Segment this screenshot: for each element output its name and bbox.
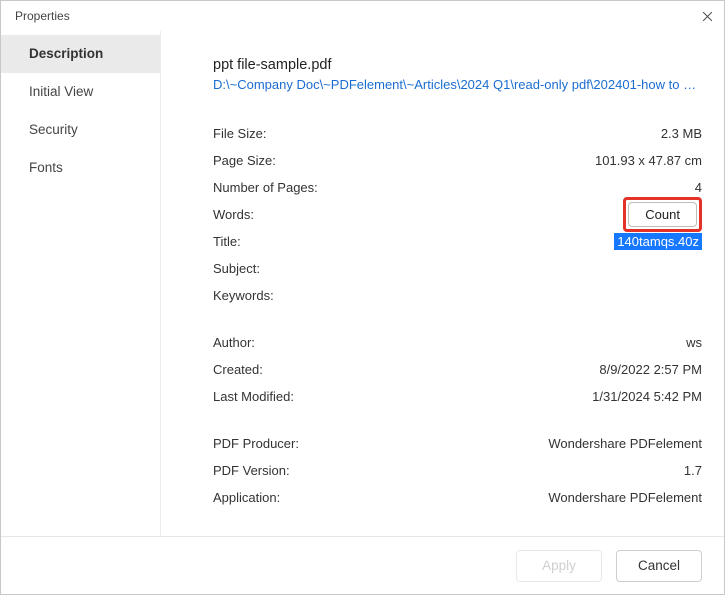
label-words: Words: — [213, 207, 413, 222]
sidebar: Description Initial View Security Fonts — [1, 31, 161, 536]
value-words: Count — [413, 197, 702, 232]
close-icon — [702, 11, 713, 22]
window-title: Properties — [15, 9, 70, 23]
apply-button: Apply — [516, 550, 602, 582]
dialog-body: Description Initial View Security Fonts … — [1, 31, 724, 536]
value-file-size: 2.3 MB — [413, 126, 702, 141]
label-keywords: Keywords: — [213, 288, 413, 303]
value-modified: 1/31/2024 5:42 PM — [413, 389, 702, 404]
value-author: ws — [413, 335, 702, 350]
value-page-size: 101.93 x 47.87 cm — [413, 153, 702, 168]
close-button[interactable] — [698, 7, 716, 25]
label-application: Application: — [213, 490, 413, 505]
properties-dialog: Properties Description Initial View Secu… — [0, 0, 725, 595]
value-pages: 4 — [413, 180, 702, 195]
document-path[interactable]: D:\~Company Doc\~PDFelement\~Articles\20… — [213, 77, 702, 92]
label-page-size: Page Size: — [213, 153, 413, 168]
value-created: 8/9/2022 2:57 PM — [413, 362, 702, 377]
content-panel: ppt file-sample.pdf D:\~Company Doc\~PDF… — [161, 31, 724, 536]
label-subject: Subject: — [213, 261, 413, 276]
value-title-wrap: 140tamqs.40z — [413, 234, 702, 249]
label-title: Title: — [213, 234, 413, 249]
tab-description[interactable]: Description — [1, 35, 160, 73]
value-version: 1.7 — [413, 463, 702, 478]
label-pages: Number of Pages: — [213, 180, 413, 195]
tab-fonts[interactable]: Fonts — [1, 149, 160, 187]
value-producer: Wondershare PDFelement — [413, 436, 702, 451]
count-highlight: Count — [623, 197, 702, 232]
label-producer: PDF Producer: — [213, 436, 413, 451]
label-author: Author: — [213, 335, 413, 350]
tab-initial-view[interactable]: Initial View — [1, 73, 160, 111]
tab-security[interactable]: Security — [1, 111, 160, 149]
document-name: ppt file-sample.pdf — [213, 57, 702, 73]
label-file-size: File Size: — [213, 126, 413, 141]
label-version: PDF Version: — [213, 463, 413, 478]
cancel-button[interactable]: Cancel — [616, 550, 702, 582]
label-modified: Last Modified: — [213, 389, 413, 404]
value-application: Wondershare PDFelement — [413, 490, 702, 505]
count-button[interactable]: Count — [628, 202, 697, 227]
value-title[interactable]: 140tamqs.40z — [614, 233, 702, 250]
label-created: Created: — [213, 362, 413, 377]
titlebar: Properties — [1, 1, 724, 31]
footer: Apply Cancel — [1, 536, 724, 594]
